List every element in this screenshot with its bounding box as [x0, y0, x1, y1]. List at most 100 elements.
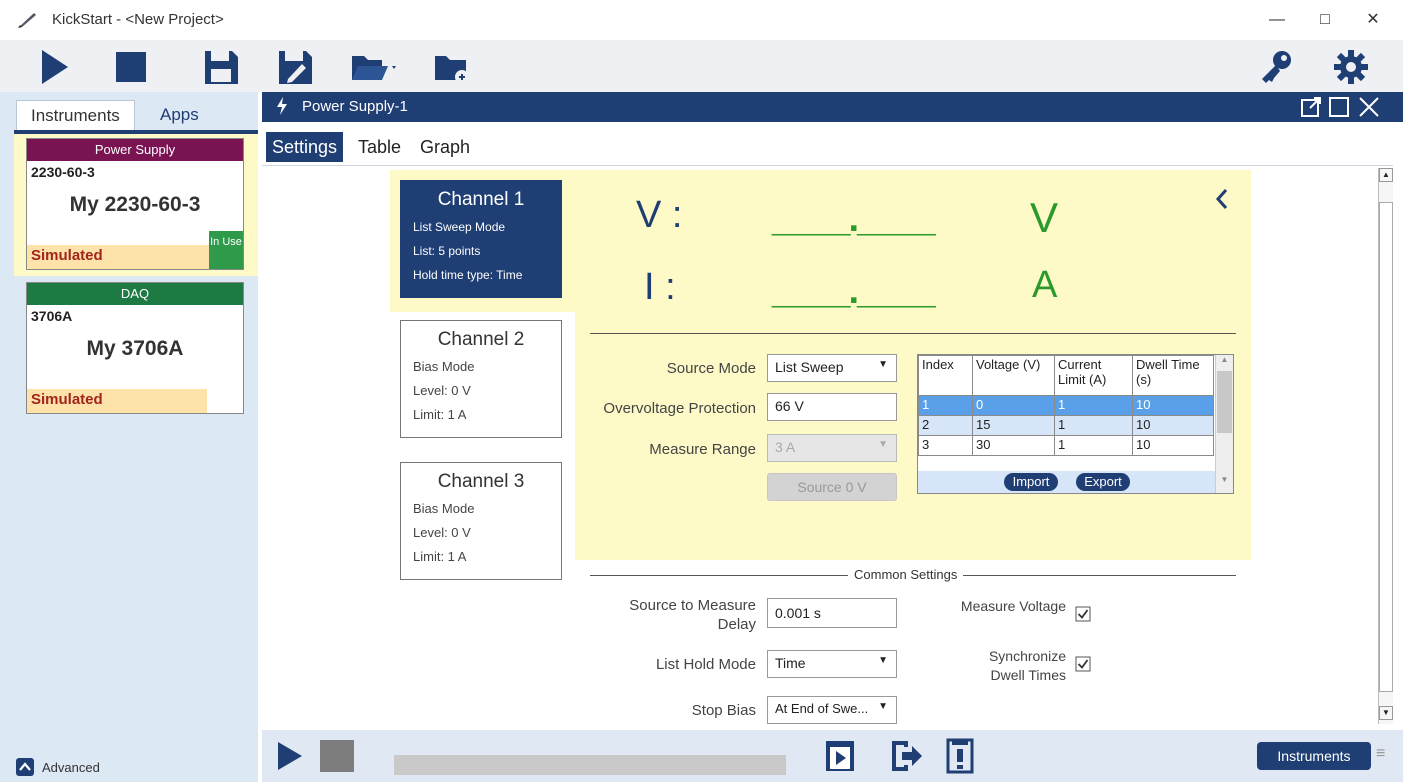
stop-small-icon[interactable] — [320, 740, 354, 772]
bottom-run-bar: Instruments ≡ — [262, 730, 1403, 782]
save-as-icon[interactable] — [274, 46, 316, 88]
common-settings-heading: Common Settings — [848, 567, 964, 582]
stop-bias-select[interactable]: At End of Swe... ▼ — [767, 696, 897, 724]
channel-card-3[interactable]: Channel 3 Bias Mode Level: 0 V Limit: 1 … — [400, 462, 562, 580]
table-row[interactable]: 2 15 1 10 — [918, 415, 1214, 436]
measure-range-select[interactable]: 3 A ▼ — [767, 434, 897, 462]
cell[interactable]: 1 — [1054, 395, 1133, 416]
voltage-label: V : — [636, 194, 683, 236]
current-label: I : — [644, 266, 676, 308]
tab-table[interactable]: Table — [352, 132, 407, 162]
col-header-dwell[interactable]: Dwell Time (s) — [1132, 355, 1214, 396]
table-scrollbar[interactable]: ▲ ▼ — [1215, 355, 1233, 493]
sync-dwell-checkbox[interactable] — [1075, 656, 1091, 672]
card-model: 2230-60-3 — [31, 164, 95, 180]
maximize-panel-icon[interactable] — [1328, 96, 1350, 118]
instrument-card-daq[interactable]: DAQ 3706A My 3706A Simulated — [26, 282, 244, 414]
cell[interactable]: 1 — [918, 395, 973, 416]
card-nickname: My 3706A — [86, 337, 184, 360]
window-header-title: Power Supply-1 — [302, 98, 408, 115]
instruments-button[interactable]: Instruments — [1257, 742, 1371, 770]
channel-list-points: List: 5 points — [413, 244, 481, 258]
source-mode-label: Source Mode — [666, 360, 756, 377]
divider — [590, 333, 1236, 334]
card-status: Simulated — [27, 245, 209, 269]
delay-input[interactable]: 0.001 s — [767, 598, 897, 628]
col-header-current-limit[interactable]: Current Limit (A) — [1054, 355, 1133, 396]
minimize-icon[interactable]: — — [1262, 8, 1292, 32]
source-mode-value: List Sweep — [775, 359, 844, 375]
dropdown-arrow-icon: ▼ — [878, 359, 888, 370]
save-icon[interactable] — [200, 46, 242, 88]
scroll-up-icon[interactable]: ▲ — [1216, 355, 1233, 369]
export-icon[interactable] — [888, 739, 924, 773]
cell[interactable]: 10 — [1132, 415, 1214, 436]
license-key-icon[interactable] — [1256, 46, 1298, 88]
source-mode-select[interactable]: List Sweep ▼ — [767, 354, 897, 382]
cell[interactable]: 2 — [918, 415, 973, 436]
settings-gear-icon[interactable] — [1330, 46, 1372, 88]
channel-card-1[interactable]: Channel 1 List Sweep Mode List: 5 points… — [400, 180, 562, 298]
scroll-down-icon[interactable]: ▼ — [1216, 475, 1233, 489]
popout-icon[interactable] — [1300, 96, 1322, 118]
scroll-thumb[interactable] — [1217, 371, 1232, 433]
measure-voltage-label: Measure Voltage — [960, 598, 1066, 614]
info-icon[interactable] — [946, 738, 974, 774]
measure-range-label: Measure Range — [649, 441, 756, 458]
ovp-input[interactable]: 66 V — [767, 393, 897, 421]
maximize-icon[interactable]: □ — [1310, 8, 1340, 32]
collapse-chevron-icon[interactable] — [1212, 186, 1232, 212]
scroll-up-icon[interactable]: ▲ — [1379, 168, 1393, 182]
cell[interactable]: 10 — [1132, 435, 1214, 456]
current-unit: A — [1032, 264, 1058, 306]
col-header-voltage[interactable]: Voltage (V) — [972, 355, 1055, 396]
source-button[interactable]: Source 0 V — [767, 473, 897, 501]
dropdown-arrow-icon: ▼ — [878, 439, 888, 450]
cell[interactable]: 0 — [972, 395, 1055, 416]
channel-name: Channel 1 — [437, 189, 525, 210]
stop-icon[interactable] — [110, 46, 152, 88]
channel-limit: Limit: 1 A — [413, 549, 467, 564]
open-folder-icon[interactable] — [348, 46, 396, 88]
advanced-label[interactable]: Advanced — [42, 760, 100, 775]
scroll-thumb[interactable] — [1379, 202, 1393, 692]
measure-voltage-checkbox[interactable] — [1075, 606, 1091, 622]
cell[interactable]: 1 — [1054, 435, 1133, 456]
close-icon[interactable]: ✕ — [1358, 8, 1388, 32]
cell[interactable]: 3 — [918, 435, 973, 456]
ovp-label: Overvoltage Protection — [603, 400, 756, 417]
scroll-down-icon[interactable]: ▼ — [1379, 706, 1393, 720]
cell[interactable]: 1 — [1054, 415, 1133, 436]
col-header-index[interactable]: Index — [918, 355, 973, 396]
table-row[interactable]: 3 30 1 10 — [918, 435, 1214, 456]
channel-mode: List Sweep Mode — [413, 220, 506, 234]
cell[interactable]: 30 — [972, 435, 1055, 456]
cell[interactable]: 10 — [1132, 395, 1214, 416]
import-button[interactable]: Import — [1004, 473, 1058, 491]
tab-settings[interactable]: Settings — [266, 132, 344, 162]
delay-label: Source to Measure Delay — [629, 597, 756, 633]
cell[interactable]: 15 — [972, 415, 1055, 436]
in-use-badge: In Use — [209, 231, 243, 269]
tab-graph[interactable]: Graph — [414, 132, 476, 162]
menu-icon[interactable]: ≡ — [1376, 745, 1385, 763]
tab-instruments[interactable]: Instruments — [16, 100, 135, 130]
channel-card-2[interactable]: Channel 2 Bias Mode Level: 0 V Limit: 1 … — [400, 320, 562, 438]
run-to-cursor-icon[interactable] — [824, 739, 856, 773]
voltage-readout: ____.____ — [772, 198, 936, 240]
channel-name: Channel 3 — [437, 471, 525, 492]
run-small-icon[interactable] — [276, 740, 304, 772]
run-icon[interactable] — [34, 46, 76, 88]
channel-mode: Bias Mode — [413, 501, 475, 516]
close-panel-icon[interactable] — [1358, 96, 1380, 118]
vertical-scrollbar[interactable]: ▲ ▼ — [1378, 168, 1393, 724]
list-grid: Index Voltage (V) Current Limit (A) Dwel… — [918, 355, 1214, 456]
tab-apps[interactable]: Apps — [146, 100, 213, 130]
hold-mode-select[interactable]: Time ▼ — [767, 650, 897, 678]
export-button[interactable]: Export — [1076, 473, 1130, 491]
new-folder-icon[interactable] — [430, 46, 472, 88]
table-row[interactable]: 1 0 1 10 — [918, 395, 1214, 416]
channel-name: Channel 2 — [437, 329, 525, 350]
advanced-toggle-icon[interactable] — [16, 758, 34, 776]
instrument-card-power-supply[interactable]: Power Supply 2230-60-3 My 2230-60-3 Simu… — [26, 138, 244, 270]
